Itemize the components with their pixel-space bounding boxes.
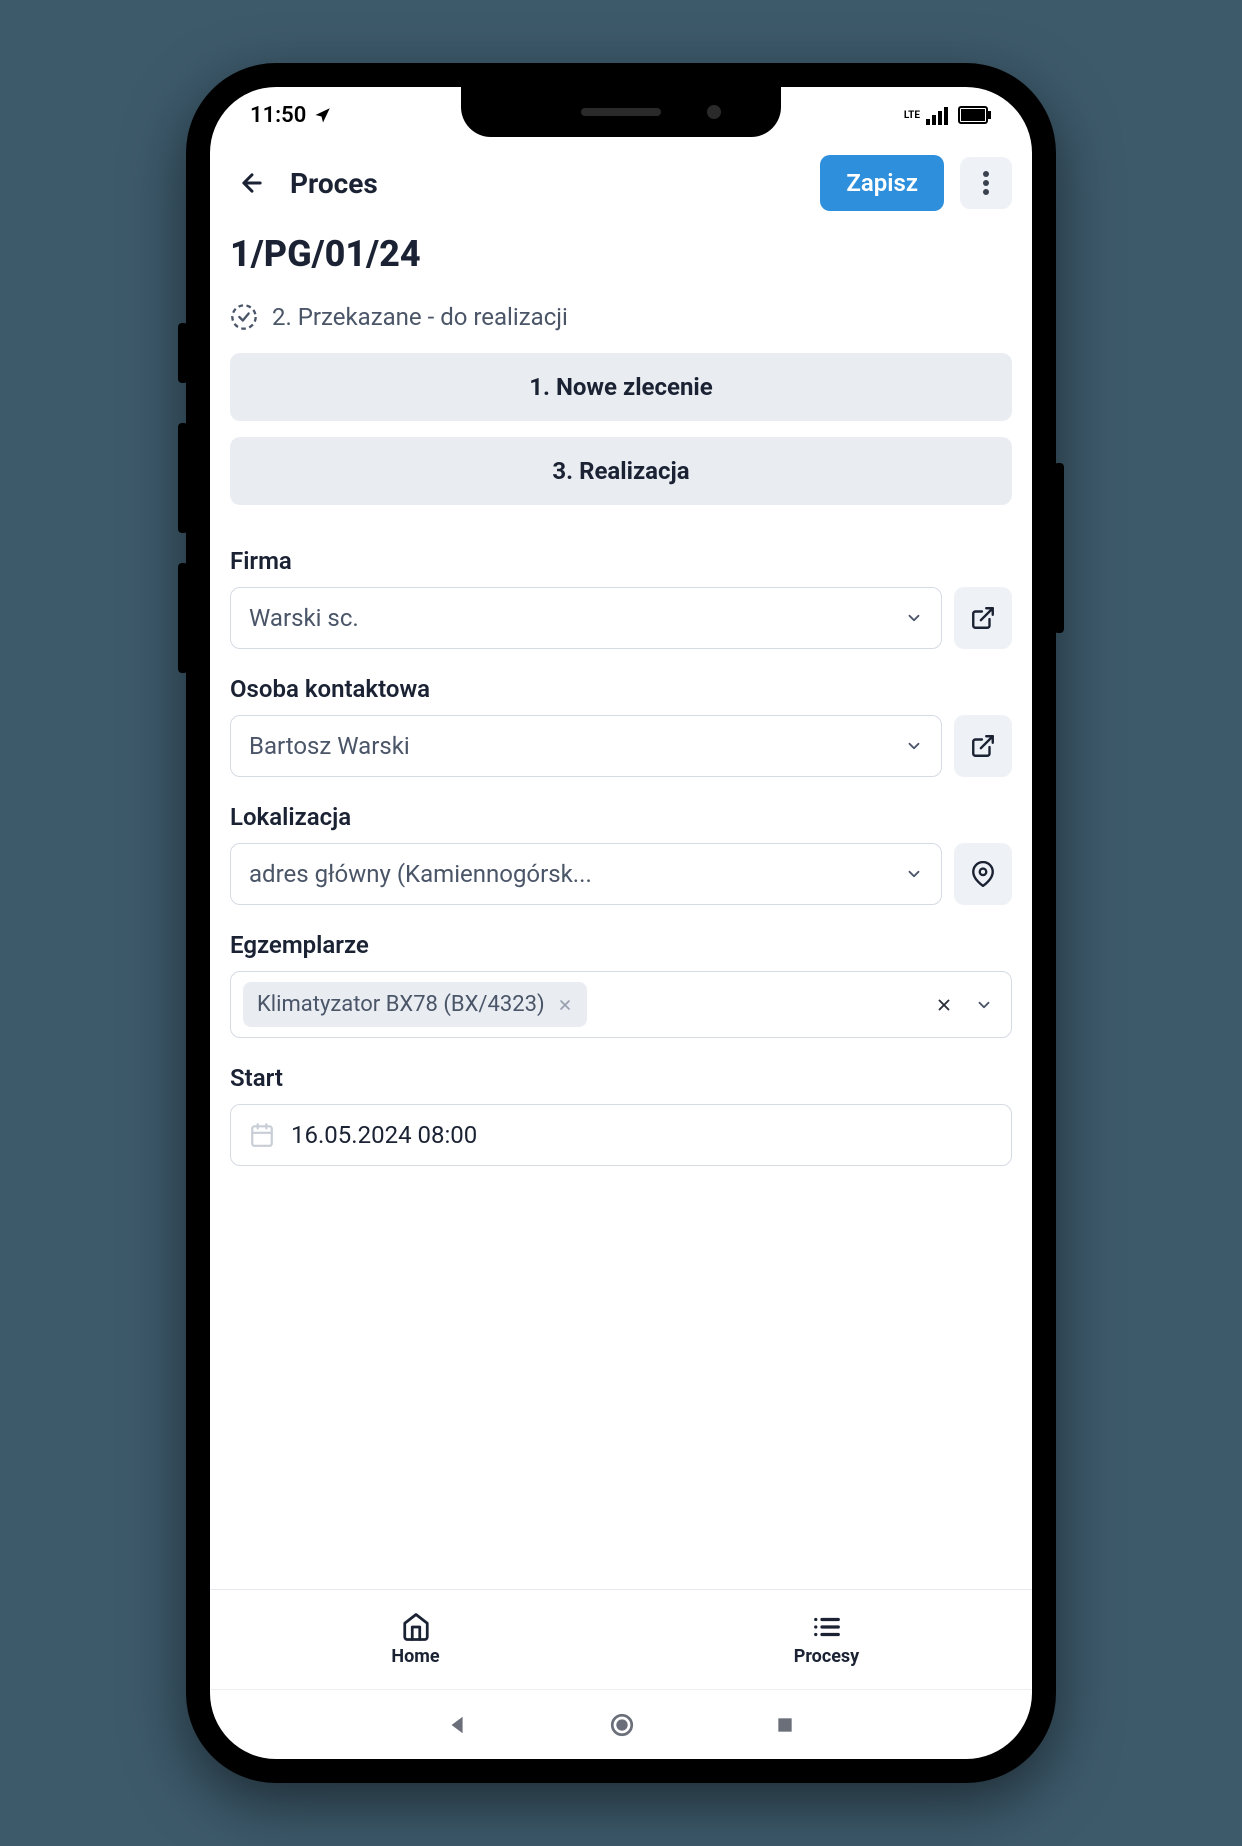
- nav-procesy[interactable]: Procesy: [621, 1590, 1032, 1689]
- start-label: Start: [230, 1064, 1012, 1092]
- android-recent-button[interactable]: [775, 1715, 795, 1735]
- chip-label: Klimatyzator BX78 (BX/4323): [257, 992, 545, 1017]
- nav-procesy-label: Procesy: [794, 1646, 860, 1667]
- lokalizacja-select[interactable]: adres główny (Kamiennogórsk...: [230, 843, 942, 905]
- chevron-down-icon: [969, 996, 999, 1014]
- status-text: 2. Przekazane - do realizacji: [272, 303, 568, 331]
- firma-select[interactable]: Warski sc.: [230, 587, 942, 649]
- osoba-value: Bartosz Warski: [249, 732, 905, 760]
- more-button[interactable]: [960, 157, 1012, 209]
- calendar-icon: [249, 1122, 275, 1148]
- osoba-label: Osoba kontaktowa: [230, 675, 1012, 703]
- check-dashed-icon: [230, 303, 258, 331]
- save-button[interactable]: Zapisz: [820, 155, 944, 211]
- android-back-button[interactable]: [447, 1714, 469, 1736]
- list-icon: [812, 1612, 842, 1642]
- lokalizacja-value: adres główny (Kamiennogórsk...: [249, 860, 905, 888]
- chevron-down-icon: [905, 865, 923, 883]
- back-button[interactable]: [230, 161, 274, 205]
- app-header: Proces Zapisz: [210, 143, 1032, 223]
- location-icon: [314, 106, 332, 124]
- nav-home-label: Home: [391, 1646, 439, 1667]
- android-home-button[interactable]: [609, 1712, 635, 1738]
- egzemplarze-chip: Klimatyzator BX78 (BX/4323): [243, 982, 587, 1027]
- bottom-nav: Home Procesy: [210, 1589, 1032, 1689]
- firma-label: Firma: [230, 547, 1012, 575]
- lokalizacja-map-button[interactable]: [954, 843, 1012, 905]
- header-title: Proces: [290, 167, 804, 200]
- start-value: 16.05.2024 08:00: [291, 1121, 477, 1149]
- status-time: 11:50: [250, 103, 306, 128]
- network-label: LTE: [904, 110, 920, 121]
- android-nav-bar: [210, 1689, 1032, 1759]
- nav-home[interactable]: Home: [210, 1590, 621, 1689]
- firma-value: Warski sc.: [249, 604, 905, 632]
- firma-open-button[interactable]: [954, 587, 1012, 649]
- stage-next-button[interactable]: 3. Realizacja: [230, 437, 1012, 505]
- home-icon: [401, 1612, 431, 1642]
- page-title: 1/PG/01/24: [230, 233, 1012, 275]
- battery-icon: [958, 106, 992, 124]
- chip-remove-icon[interactable]: [557, 997, 573, 1013]
- chevron-down-icon: [905, 609, 923, 627]
- chevron-down-icon: [905, 737, 923, 755]
- egzemplarze-label: Egzemplarze: [230, 931, 1012, 959]
- osoba-select[interactable]: Bartosz Warski: [230, 715, 942, 777]
- osoba-open-button[interactable]: [954, 715, 1012, 777]
- egzemplarze-select[interactable]: Klimatyzator BX78 (BX/4323): [230, 971, 1012, 1038]
- signal-icon: [926, 105, 952, 125]
- clear-all-icon[interactable]: [929, 996, 959, 1014]
- process-status: 2. Przekazane - do realizacji: [230, 303, 1012, 331]
- start-date-input[interactable]: 16.05.2024 08:00: [230, 1104, 1012, 1166]
- lokalizacja-label: Lokalizacja: [230, 803, 1012, 831]
- stage-prev-button[interactable]: 1. Nowe zlecenie: [230, 353, 1012, 421]
